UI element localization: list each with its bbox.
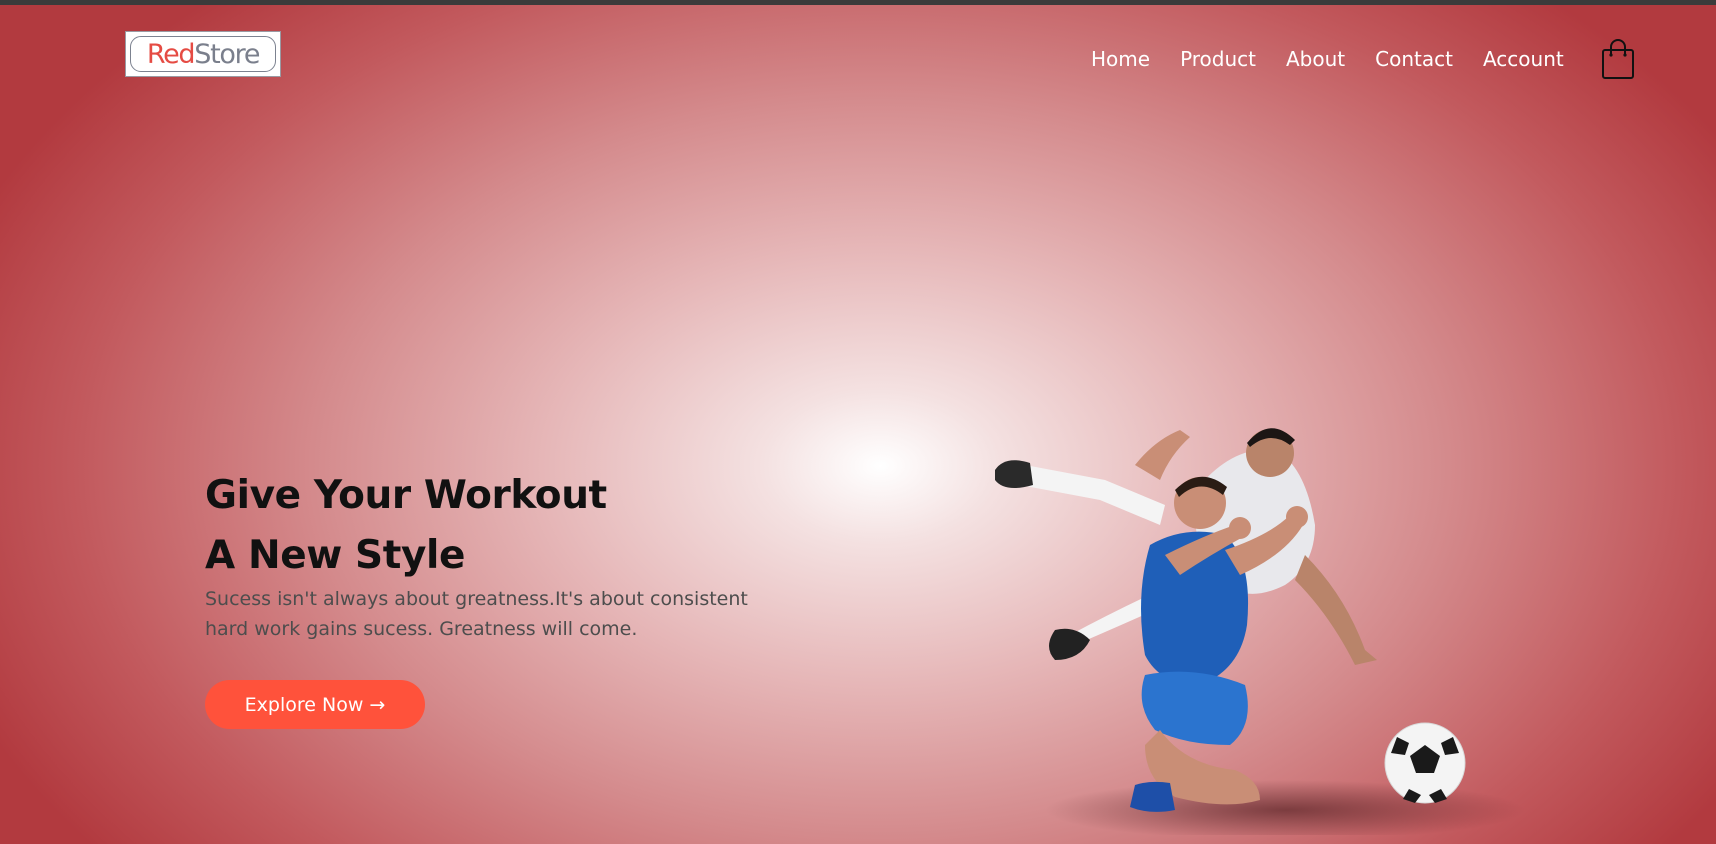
nav-link-about[interactable]: About — [1286, 46, 1345, 72]
hero-description-line-2: hard work gains sucess. Greatness will c… — [205, 618, 638, 640]
hero-description: Sucess isn't always about greatness.It's… — [205, 584, 805, 644]
nav-link-account[interactable]: Account — [1483, 46, 1564, 72]
logo-text-red: Red — [146, 38, 196, 70]
logo-text-store: Store — [194, 38, 260, 70]
nav-link-home[interactable]: Home — [1091, 46, 1150, 72]
explore-now-button[interactable]: Explore Now → — [205, 680, 425, 729]
nav-link-product[interactable]: Product — [1180, 46, 1256, 72]
soccer-ball-figure — [1384, 722, 1466, 804]
hero-description-line-1: Sucess isn't always about greatness.It's… — [205, 588, 748, 610]
main-nav: Home Product About Contact Account — [1091, 46, 1564, 72]
hero-title-line-2: A New Style — [205, 533, 466, 578]
redstore-logo[interactable]: Red Store — [125, 31, 281, 77]
window-top-bar — [0, 0, 1716, 5]
hero-title: Give Your Workout A New Style — [205, 466, 607, 586]
nav-link-contact[interactable]: Contact — [1375, 46, 1453, 72]
hero-title-line-1: Give Your Workout — [205, 473, 607, 518]
shopping-bag-icon[interactable] — [1600, 38, 1636, 80]
soccer-players-image — [995, 428, 1525, 835]
logo-frame: Red Store — [130, 36, 276, 72]
